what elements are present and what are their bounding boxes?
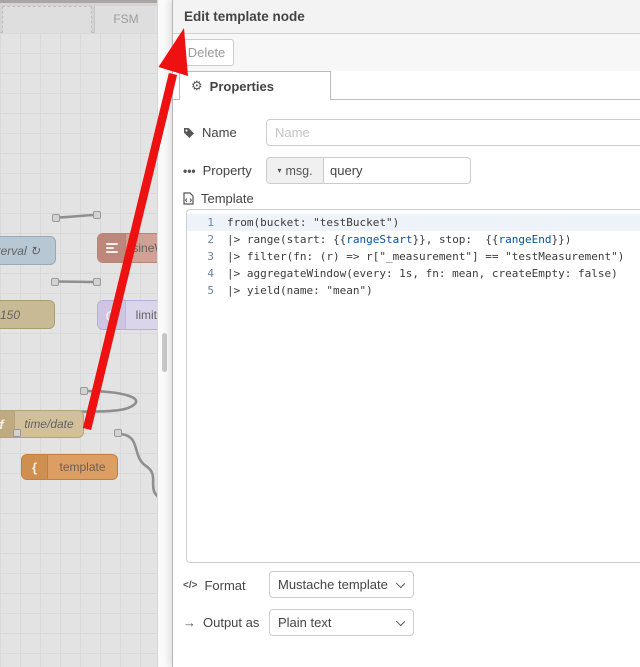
output-select[interactable]: Plain text bbox=[269, 609, 414, 636]
code-text: from(bucket: "testBucket") bbox=[227, 216, 400, 229]
node-sinewave[interactable]: sineWave bbox=[97, 233, 157, 263]
flow-canvas[interactable]: interval ↻ sineWave s-150 bbox=[0, 33, 157, 667]
line-number: 4 bbox=[207, 267, 214, 280]
template-code-editor[interactable]: 1 from(bucket: "testBucket") 2 |> range(sta… bbox=[186, 209, 640, 563]
sinewave-icon bbox=[98, 234, 126, 262]
edit-template-dialog: Edit template node Delete ⚙ Properties N… bbox=[172, 0, 640, 667]
format-label: Format bbox=[204, 578, 246, 593]
format-select[interactable]: Mustache template bbox=[269, 571, 414, 598]
chevron-down-icon bbox=[395, 616, 406, 627]
line-number: 5 bbox=[207, 284, 214, 297]
property-label: Property bbox=[202, 163, 252, 178]
code-line[interactable]: 4 |> aggregateWindow(every: 1s, fn: mean,… bbox=[187, 265, 640, 282]
node-limit-label: limit 1 ms bbox=[135, 308, 157, 322]
node-timedate-label: time/date bbox=[24, 417, 74, 431]
node-s150-label: s-150 bbox=[0, 307, 21, 322]
gear-icon: ⚙ bbox=[191, 78, 203, 93]
node-template[interactable]: { template bbox=[21, 454, 118, 480]
file-code-icon bbox=[183, 192, 194, 205]
output-label-row: → Output as bbox=[183, 615, 259, 630]
node-limit-input-port[interactable] bbox=[93, 278, 101, 286]
caret-down-icon: ▾ bbox=[277, 166, 282, 175]
node-red-editor: FSM interval ↻ bbox=[0, 0, 640, 667]
node-interval[interactable]: interval ↻ bbox=[0, 236, 56, 265]
tab-properties-label: Properties bbox=[209, 78, 274, 94]
node-template-output-port[interactable] bbox=[114, 429, 122, 437]
code-text: |> filter(fn: (r) => r["_measurement"] =… bbox=[227, 250, 625, 263]
node-limit[interactable]: limit 1 ms bbox=[97, 300, 157, 330]
line-number: 1 bbox=[207, 216, 214, 229]
arrow-right-icon: → bbox=[183, 615, 196, 630]
property-typed-input: ▾ msg. query bbox=[266, 157, 471, 184]
canvas-scrollbar-track[interactable] bbox=[158, 0, 172, 667]
code-text: |> aggregateWindow(every: 1s, fn: mean, … bbox=[227, 267, 618, 280]
code-line[interactable]: 1 from(bucket: "testBucket") bbox=[187, 214, 640, 231]
flow-editor-region: FSM interval ↻ bbox=[0, 0, 172, 667]
code-lines: 1 from(bucket: "testBucket") 2 |> range(sta… bbox=[187, 214, 640, 299]
property-value-input[interactable]: query bbox=[324, 158, 470, 183]
flow-wires bbox=[0, 213, 157, 498]
template-label: Template bbox=[201, 191, 254, 206]
property-label-row: ••• Property bbox=[183, 163, 252, 178]
line-number: 2 bbox=[207, 233, 214, 246]
tag-icon bbox=[183, 127, 195, 139]
line-number: 3 bbox=[207, 250, 214, 263]
canvas-scrollbar-thumb[interactable] bbox=[162, 333, 167, 372]
node-sinewave-input-port[interactable] bbox=[93, 211, 101, 219]
code-text: |> range(start: {{rangeStart}}, stop: {{… bbox=[227, 233, 572, 246]
code-line[interactable]: 2 |> range(start: {{rangeStart}}, stop: {… bbox=[187, 231, 640, 248]
name-input[interactable] bbox=[266, 119, 640, 146]
node-s150[interactable]: s-150 bbox=[0, 300, 55, 329]
node-interval-label: interval ↻ bbox=[0, 243, 41, 258]
name-label: Name bbox=[202, 125, 237, 140]
timer-icon bbox=[98, 301, 126, 329]
dialog-title: Edit template node bbox=[173, 0, 640, 34]
node-interval-output-port[interactable] bbox=[52, 213, 60, 222]
node-template-label: template bbox=[59, 460, 106, 474]
template-label-row: Template bbox=[183, 191, 254, 206]
dialog-tabs: ⚙ Properties bbox=[173, 71, 640, 100]
workspace: FSM interval ↻ bbox=[0, 0, 158, 667]
chevron-down-icon bbox=[395, 578, 406, 589]
output-select-value: Plain text bbox=[278, 615, 332, 630]
property-type-label: msg. bbox=[285, 163, 313, 178]
code-line[interactable]: 5 |> yield(name: "mean") bbox=[187, 282, 640, 299]
format-select-value: Mustache template bbox=[278, 577, 388, 592]
output-label: Output as bbox=[203, 615, 260, 630]
delete-button[interactable]: Delete bbox=[179, 39, 234, 66]
tab-properties[interactable]: ⚙ Properties bbox=[179, 71, 331, 100]
node-sinewave-label: sineWave bbox=[132, 241, 157, 255]
template-brace-icon: { bbox=[22, 455, 48, 479]
node-timedate-output-port[interactable] bbox=[80, 387, 88, 395]
code-text: |> yield(name: "mean") bbox=[227, 284, 373, 297]
node-template-input-port[interactable] bbox=[13, 429, 21, 437]
name-label-row: Name bbox=[183, 125, 237, 140]
workspace-tab-fsm[interactable]: FSM bbox=[94, 6, 157, 33]
workspace-tabbar: FSM bbox=[0, 3, 157, 33]
node-s150-output-port[interactable] bbox=[51, 277, 59, 286]
property-type-button[interactable]: ▾ msg. bbox=[267, 158, 324, 183]
workspace-tab-partial[interactable] bbox=[2, 6, 92, 33]
code-line[interactable]: 3 |> filter(fn: (r) => r["_measurement"] … bbox=[187, 248, 640, 265]
code-brackets-icon: </> bbox=[183, 580, 198, 591]
ellipsis-icon: ••• bbox=[183, 163, 196, 178]
dialog-toolbar: Delete bbox=[173, 34, 640, 71]
format-label-row: </> Format bbox=[183, 578, 246, 593]
